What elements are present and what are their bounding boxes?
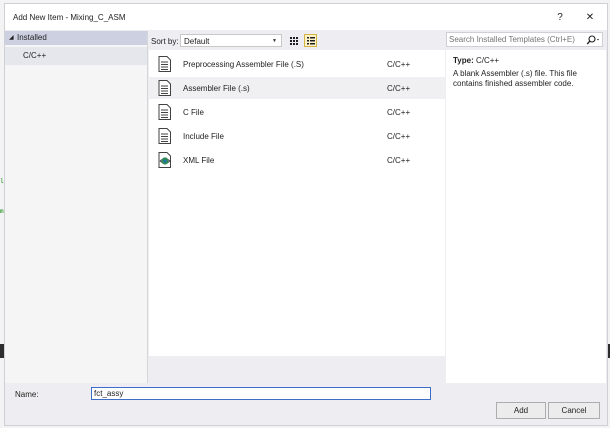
item-language: C/C++ — [387, 156, 411, 165]
search-box[interactable] — [446, 32, 603, 47]
search-input[interactable] — [449, 34, 579, 45]
item-language: C/C++ — [387, 108, 411, 117]
xml-file-icon — [158, 152, 171, 168]
grid-view-icon — [290, 37, 298, 45]
chevron-down-icon: ▼ — [272, 38, 277, 44]
search-icon[interactable] — [586, 35, 600, 45]
item-name: C File — [183, 108, 204, 117]
item-name: Include File — [183, 132, 224, 141]
template-description: A blank Assembler (.s) file. This file c… — [453, 69, 577, 88]
type-value: C/C++ — [475, 56, 500, 65]
sort-dropdown[interactable]: Default ▼ — [180, 34, 282, 47]
sort-value: Default — [184, 37, 210, 46]
file-icon — [158, 128, 171, 144]
file-icon — [158, 104, 171, 120]
tree-node-installed[interactable]: ◢ Installed — [5, 31, 147, 45]
item-language: C/C++ — [387, 132, 411, 141]
list-item[interactable]: Include File C/C++ — [149, 125, 445, 147]
installed-label: Installed — [17, 33, 47, 42]
list-view-icon — [307, 37, 315, 45]
item-name: Assembler File (.s) — [183, 84, 250, 93]
grid-view-button[interactable] — [287, 34, 300, 47]
type-key: Type: — [453, 56, 474, 65]
sort-toolbar: Sort by: Default ▼ — [149, 31, 445, 51]
dialog-title: Add New Item - Mixing_C_ASM — [13, 13, 126, 22]
item-language: C/C++ — [387, 84, 411, 93]
template-list: Preprocessing Assembler File (.S) C/C++ … — [149, 50, 445, 356]
file-icon — [158, 56, 171, 72]
template-tree: ◢ Installed C/C++ — [5, 31, 148, 383]
name-input[interactable] — [91, 387, 431, 400]
item-language: C/C++ — [387, 60, 411, 69]
help-button[interactable]: ? — [549, 9, 571, 27]
cpp-label: C/C++ — [23, 51, 47, 60]
file-icon — [158, 80, 171, 96]
list-item[interactable]: C File C/C++ — [149, 101, 445, 123]
item-name: Preprocessing Assembler File (.S) — [183, 60, 304, 69]
type-line: Type: C/C++ — [453, 56, 499, 65]
cancel-button[interactable]: Cancel — [548, 402, 600, 419]
title-bar: Add New Item - Mixing_C_ASM ? ✕ — [5, 4, 607, 30]
item-name: XML File — [183, 156, 215, 165]
close-button[interactable]: ✕ — [579, 9, 601, 27]
sort-by-label: Sort by: — [151, 37, 179, 46]
tree-node-cpp[interactable]: C/C++ — [5, 47, 147, 65]
template-details: Type: C/C++ A blank Assembler (.s) file.… — [446, 50, 606, 383]
list-item[interactable]: Preprocessing Assembler File (.S) C/C++ — [149, 53, 445, 75]
name-label: Name: — [15, 390, 39, 399]
list-item-selected[interactable]: Assembler File (.s) C/C++ — [149, 77, 445, 99]
collapse-arrow-icon[interactable]: ◢ — [9, 34, 14, 41]
list-item[interactable]: XML File C/C++ — [149, 149, 445, 171]
list-view-button[interactable] — [304, 34, 317, 47]
add-new-item-dialog: Add New Item - Mixing_C_ASM ? ✕ ◢ Instal… — [4, 3, 608, 426]
add-button[interactable]: Add — [496, 402, 546, 419]
